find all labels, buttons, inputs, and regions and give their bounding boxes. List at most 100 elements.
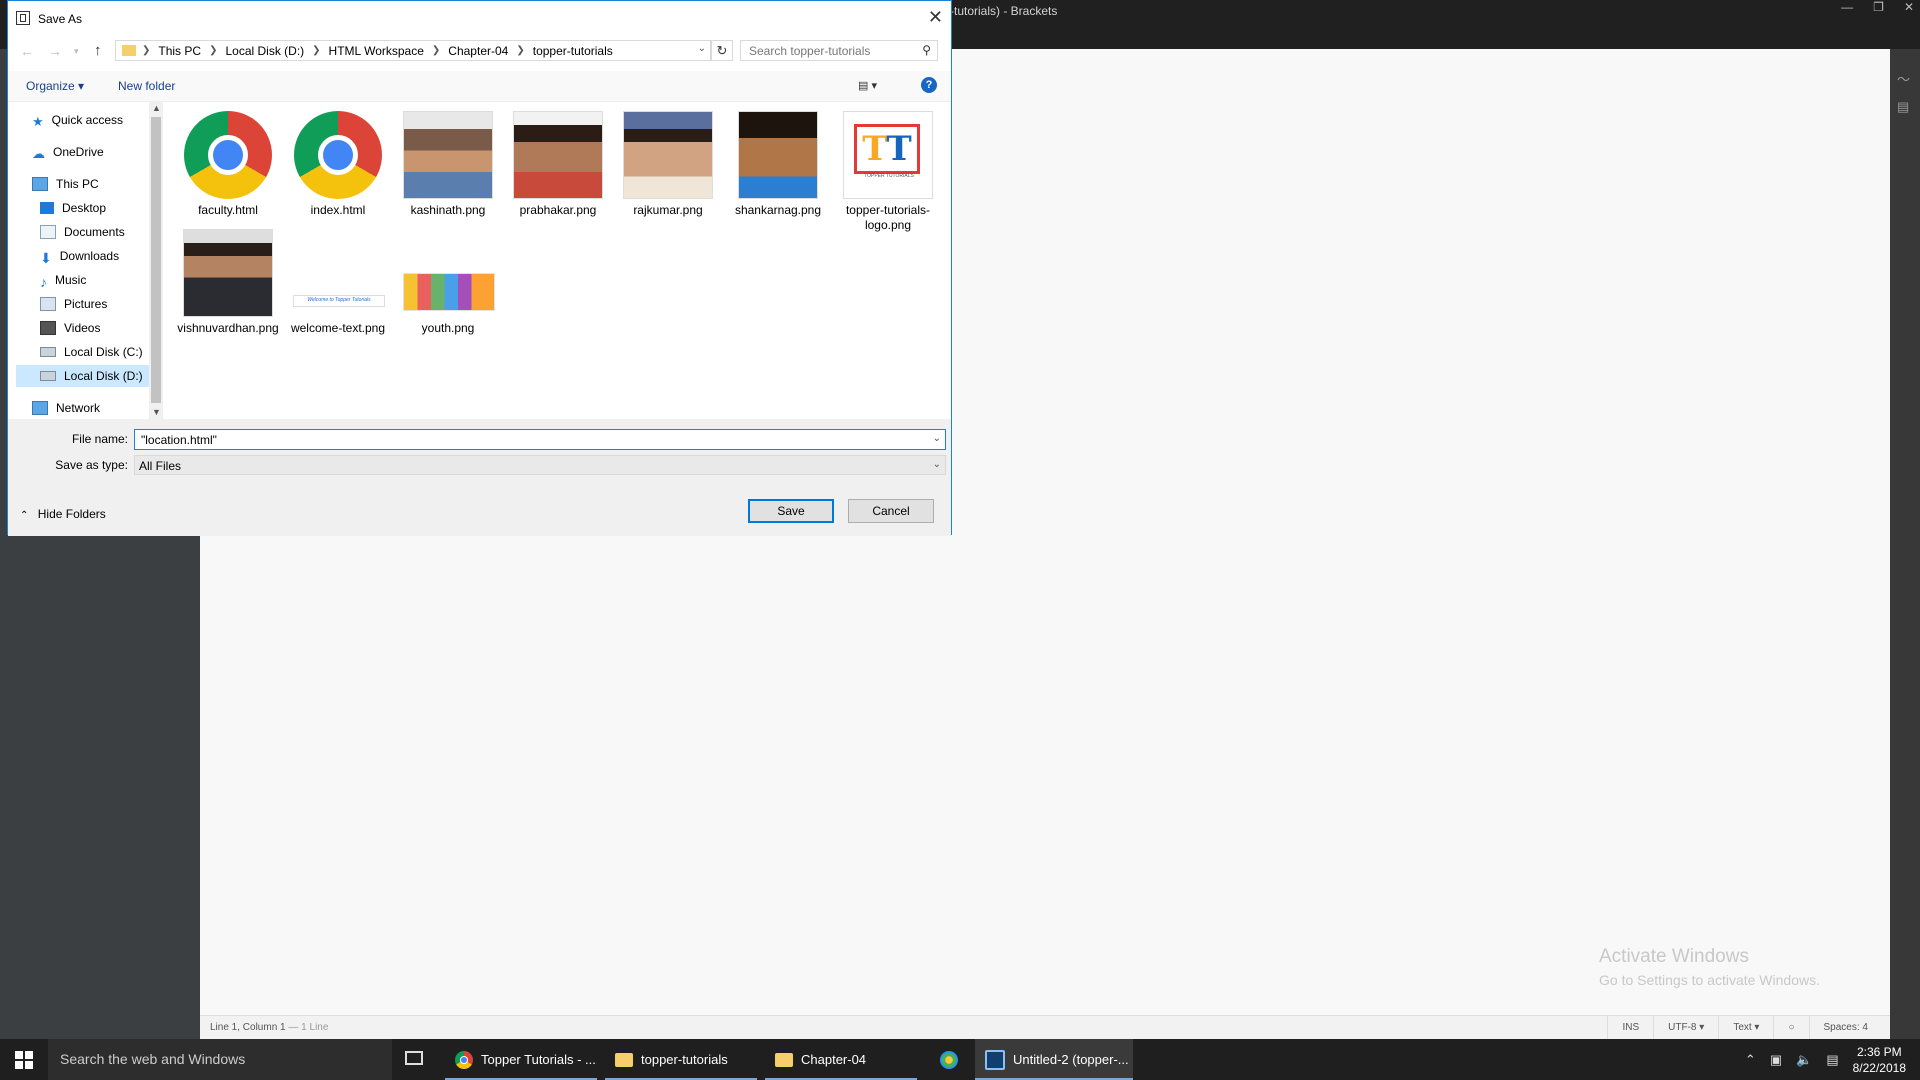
breadcrumb-chapter-04[interactable]: Chapter-04 [448, 44, 508, 58]
command-bar: Organize ▾ New folder ▤ ▾ ? [8, 71, 951, 102]
network-icon[interactable]: ▣ [1770, 1052, 1782, 1068]
folder-search[interactable]: ⚲ [740, 40, 938, 61]
file-name-field[interactable]: ⌄ [134, 429, 946, 450]
scroll-down-icon[interactable]: ▼ [152, 407, 161, 417]
forward-arrow-icon[interactable]: → [48, 43, 62, 59]
nav-this-pc[interactable]: This PC [32, 173, 99, 195]
close-icon[interactable]: ✕ [1904, 0, 1914, 14]
taskbar-item-paint[interactable] [930, 1039, 970, 1080]
file-item[interactable]: rajkumar.png [613, 111, 723, 218]
language-mode-select[interactable]: Text ▾ [1718, 1016, 1773, 1040]
folder-icon [122, 45, 136, 56]
file-item[interactable]: youth.png [393, 229, 503, 336]
nav-downloads[interactable]: ⬇ Downloads [40, 245, 119, 267]
recent-locations-icon[interactable]: ▾ [74, 46, 79, 57]
nav-pane-scrollbar[interactable]: ▲ ▼ [149, 101, 163, 419]
nav-music[interactable]: ♪ Music [40, 269, 86, 291]
address-row: ← → ▾ ↑ ❯ This PC ❯ Local Disk (D:) ❯ HT… [8, 37, 951, 65]
search-icon[interactable]: ⚲ [922, 43, 931, 57]
folder-search-input[interactable] [747, 41, 911, 60]
notifications-icon[interactable]: ▤ [1826, 1052, 1838, 1068]
help-icon[interactable]: ? [921, 77, 937, 93]
maximize-icon[interactable]: ❐ [1873, 0, 1884, 14]
refresh-icon[interactable]: ↻ [711, 40, 733, 61]
nav-network[interactable]: Network [32, 397, 100, 419]
chevron-down-icon[interactable]: ⌄ [698, 43, 706, 54]
nav-local-disk-c[interactable]: Local Disk (C:) [40, 341, 143, 363]
save-button[interactable]: Save [748, 499, 834, 523]
save-type-label: Save as type: [55, 458, 128, 472]
chevron-up-icon: ⌃ [20, 510, 29, 521]
file-name-input[interactable] [139, 430, 923, 449]
ins-mode[interactable]: INS [1607, 1016, 1653, 1040]
indent-setting[interactable]: Spaces: 4 [1808, 1016, 1882, 1040]
start-button[interactable] [0, 1039, 48, 1080]
breadcrumb-local-disk-d[interactable]: Local Disk (D:) [225, 44, 304, 58]
live-preview-icon[interactable]: 〜 [1897, 69, 1913, 87]
up-arrow-icon[interactable]: ↑ [94, 42, 102, 59]
file-item[interactable]: kashinath.png [393, 111, 503, 218]
chevron-down-icon[interactable]: ⌄ [933, 459, 941, 470]
image-thumbnail [623, 111, 713, 199]
breadcrumb-this-pc[interactable]: This PC [158, 44, 201, 58]
new-folder-button[interactable]: New folder [118, 79, 175, 93]
taskbar-search-placeholder: Search the web and Windows [60, 1051, 246, 1067]
back-arrow-icon[interactable]: ← [20, 43, 34, 59]
taskbar-item-brackets[interactable]: Untitled-2 (topper-... [975, 1039, 1133, 1080]
file-item[interactable]: TT TOPPER TUTORIALS topper-tutorials-log… [833, 111, 943, 233]
taskbar-item-explorer-topper[interactable]: topper-tutorials [605, 1039, 757, 1080]
file-name-label: File name: [71, 432, 128, 446]
navigation-pane: ★ Quick access ☁ OneDrive This PC Deskto… [8, 101, 164, 419]
save-type-select[interactable]: All Files ⌄ [134, 455, 946, 475]
image-thumbnail [513, 111, 603, 199]
nav-onedrive[interactable]: ☁ OneDrive [32, 141, 104, 163]
nav-desktop[interactable]: Desktop [40, 197, 106, 219]
scrollbar-thumb[interactable] [151, 117, 161, 403]
taskbar-item-explorer-chapter[interactable]: Chapter-04 [765, 1039, 917, 1080]
documents-icon [40, 225, 56, 239]
brackets-toolbar: 〜 ▤ [1890, 49, 1920, 1039]
file-item[interactable]: shankarnag.png [723, 111, 833, 218]
cancel-button[interactable]: Cancel [848, 499, 934, 523]
close-icon[interactable]: ✕ [928, 7, 943, 28]
breadcrumb-topper-tutorials[interactable]: topper-tutorials [533, 44, 613, 58]
file-item[interactable]: faculty.html [173, 111, 283, 218]
nav-pictures[interactable]: Pictures [40, 293, 107, 315]
file-list: faculty.html index.html kashinath.png pr… [173, 101, 948, 419]
logo-thumbnail: TT TOPPER TUTORIALS [843, 111, 933, 199]
taskbar: Search the web and Windows Topper Tutori… [0, 1039, 1920, 1080]
extension-manager-icon[interactable]: ▤ [1897, 99, 1913, 114]
scroll-up-icon[interactable]: ▲ [152, 103, 161, 113]
file-item[interactable]: prabhakar.png [503, 111, 613, 218]
chevron-down-icon[interactable]: ⌄ [933, 433, 941, 444]
minimize-icon[interactable]: — [1841, 0, 1853, 14]
status-bar: Line 1, Column 1 — 1 Line INS UTF-8 ▾ Te… [200, 1015, 1890, 1040]
task-view-icon[interactable] [405, 1051, 423, 1065]
nav-documents[interactable]: Documents [40, 221, 125, 243]
organize-menu[interactable]: Organize ▾ [26, 79, 84, 93]
nav-videos[interactable]: Videos [40, 317, 100, 339]
window-controls: — ❐ ✕ [1841, 0, 1914, 14]
folder-icon [615, 1052, 633, 1067]
breadcrumb-html-workspace[interactable]: HTML Workspace [329, 44, 424, 58]
change-view-icon[interactable]: ▤ ▾ [858, 79, 877, 92]
encoding-select[interactable]: UTF-8 ▾ [1653, 1016, 1718, 1040]
chevron-up-icon[interactable]: ⌃ [1745, 1052, 1756, 1068]
network-icon [32, 401, 48, 415]
file-item[interactable]: vishnuvardhan.png [173, 229, 283, 336]
cloud-icon: ☁ [32, 146, 45, 161]
hide-folders-button[interactable]: ⌃ Hide Folders [20, 507, 106, 521]
file-item[interactable]: index.html [283, 111, 393, 218]
volume-icon[interactable]: 🔈 [1796, 1052, 1812, 1068]
taskbar-search[interactable]: Search the web and Windows [48, 1039, 392, 1080]
paint-icon [940, 1050, 958, 1069]
taskbar-item-chrome[interactable]: Topper Tutorials - ... [445, 1039, 597, 1080]
image-thumbnail [403, 111, 493, 199]
nav-local-disk-d[interactable]: Local Disk (D:) [16, 365, 149, 387]
star-icon: ★ [32, 114, 44, 129]
address-bar[interactable]: ❯ This PC ❯ Local Disk (D:) ❯ HTML Works… [115, 40, 711, 61]
file-item[interactable]: Welcome to Topper Tutorials welcome-text… [283, 229, 393, 336]
folder-icon [775, 1052, 793, 1067]
clock[interactable]: 2:36 PM 8/22/2018 [1853, 1044, 1906, 1076]
nav-quick-access[interactable]: ★ Quick access [32, 109, 123, 131]
